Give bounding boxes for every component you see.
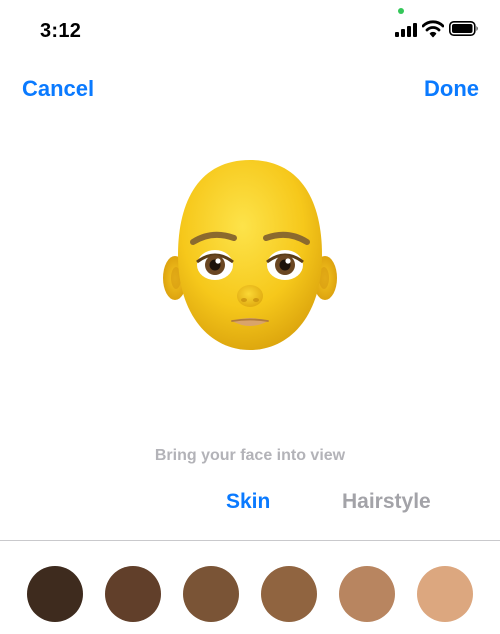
done-button[interactable]: Done	[424, 76, 479, 102]
status-time: 3:12	[40, 20, 82, 42]
skin-swatch-4[interactable]	[261, 566, 317, 622]
battery-icon	[449, 21, 479, 36]
divider	[0, 540, 500, 541]
privacy-indicator-dot	[398, 8, 404, 14]
memoji-avatar-preview	[150, 150, 350, 360]
skin-swatch-1[interactable]	[27, 566, 83, 622]
skin-swatch-2[interactable]	[105, 566, 161, 622]
skin-swatch-3[interactable]	[183, 566, 239, 622]
wifi-icon	[421, 20, 445, 38]
memoji-face-illustration	[163, 160, 337, 350]
category-tabs: Skin Hairstyle	[0, 490, 500, 520]
skin-swatch-6[interactable]	[417, 566, 473, 622]
tab-hairstyle[interactable]: Hairstyle	[342, 490, 431, 514]
skin-swatch-5[interactable]	[339, 566, 395, 622]
tab-skin[interactable]: Skin	[226, 490, 270, 514]
skin-color-swatches	[0, 566, 500, 624]
signal-bars-icon	[395, 23, 417, 37]
face-tracking-hint: Bring your face into view	[154, 447, 346, 464]
cancel-button[interactable]: Cancel	[22, 76, 94, 102]
status-bar: 3:12	[0, 0, 500, 60]
